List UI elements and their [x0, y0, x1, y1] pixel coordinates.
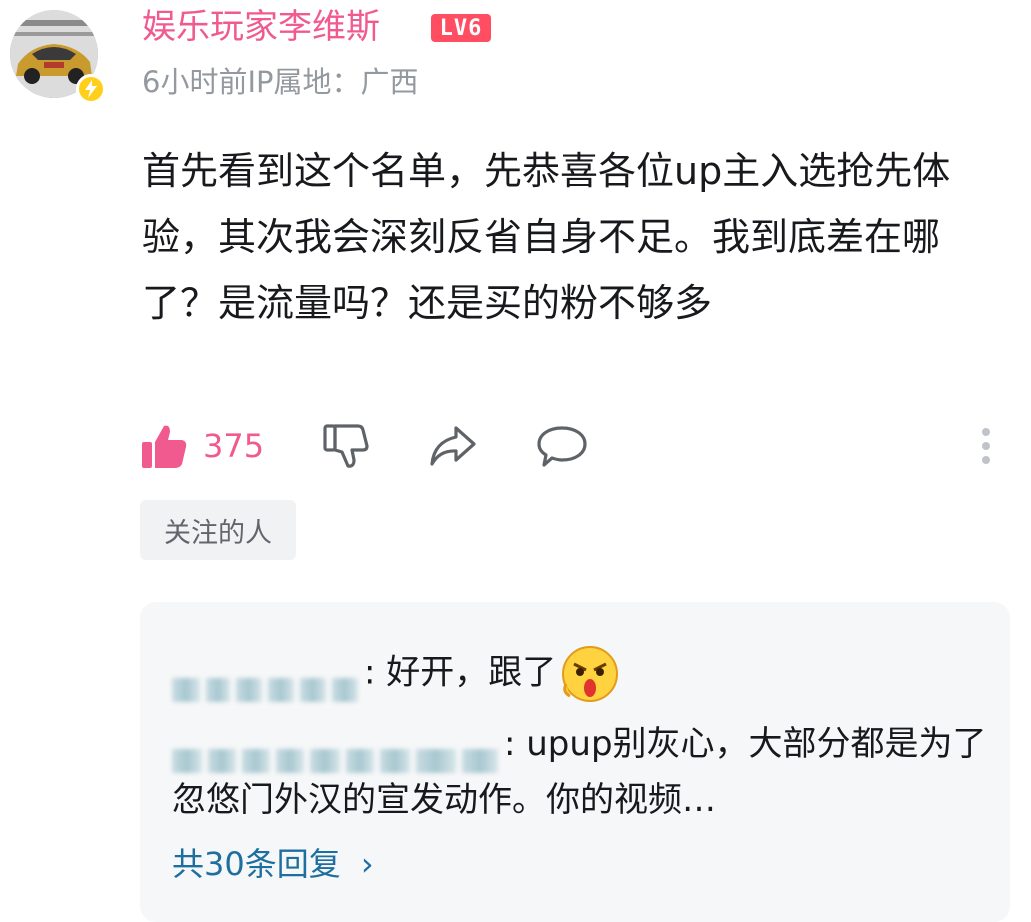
blurred-username — [172, 732, 504, 773]
like-icon[interactable] — [140, 422, 188, 474]
followed-tag: 关注的人 — [140, 500, 296, 560]
share-icon[interactable] — [428, 424, 478, 474]
username[interactable]: 娱乐玩家李维斯 — [142, 6, 380, 48]
comment-meta: 6小时前IP属地：广西 — [142, 65, 419, 99]
level-badge: LV6 — [431, 14, 491, 42]
reply-preview[interactable]: : 好开，跟了 : upup别灰心，大部分都是为了忽悠门外汉的宣发动作。你的视频… — [140, 602, 1010, 922]
lightning-icon — [85, 80, 97, 98]
reply-item[interactable]: : upup别灰心，大部分都是为了忽悠门外汉的宣发动作。你的视频… — [172, 716, 992, 828]
more-vertical-icon[interactable] — [978, 422, 994, 474]
lightning-badge — [76, 74, 106, 104]
avatar[interactable] — [10, 10, 106, 104]
reply-text: : 好开，跟了 — [364, 652, 557, 693]
surprised-emoji-icon — [560, 644, 620, 704]
view-all-replies-label: 共30条回复 — [172, 845, 341, 883]
chevron-right-icon: › — [360, 845, 374, 883]
like-count: 375 — [203, 427, 265, 465]
dislike-icon[interactable] — [322, 422, 370, 474]
reply-item[interactable]: : 好开，跟了 — [172, 644, 620, 704]
comment-icon[interactable] — [536, 424, 588, 474]
comment-text: 首先看到这个名单，先恭喜各位up主入选抢先体验，其次我会深刻反省自身不足。我到底… — [142, 149, 951, 325]
comment-actions: 375 — [0, 414, 1031, 478]
view-all-replies-link[interactable]: 共30条回复 › — [172, 840, 374, 888]
blurred-username — [172, 660, 364, 702]
